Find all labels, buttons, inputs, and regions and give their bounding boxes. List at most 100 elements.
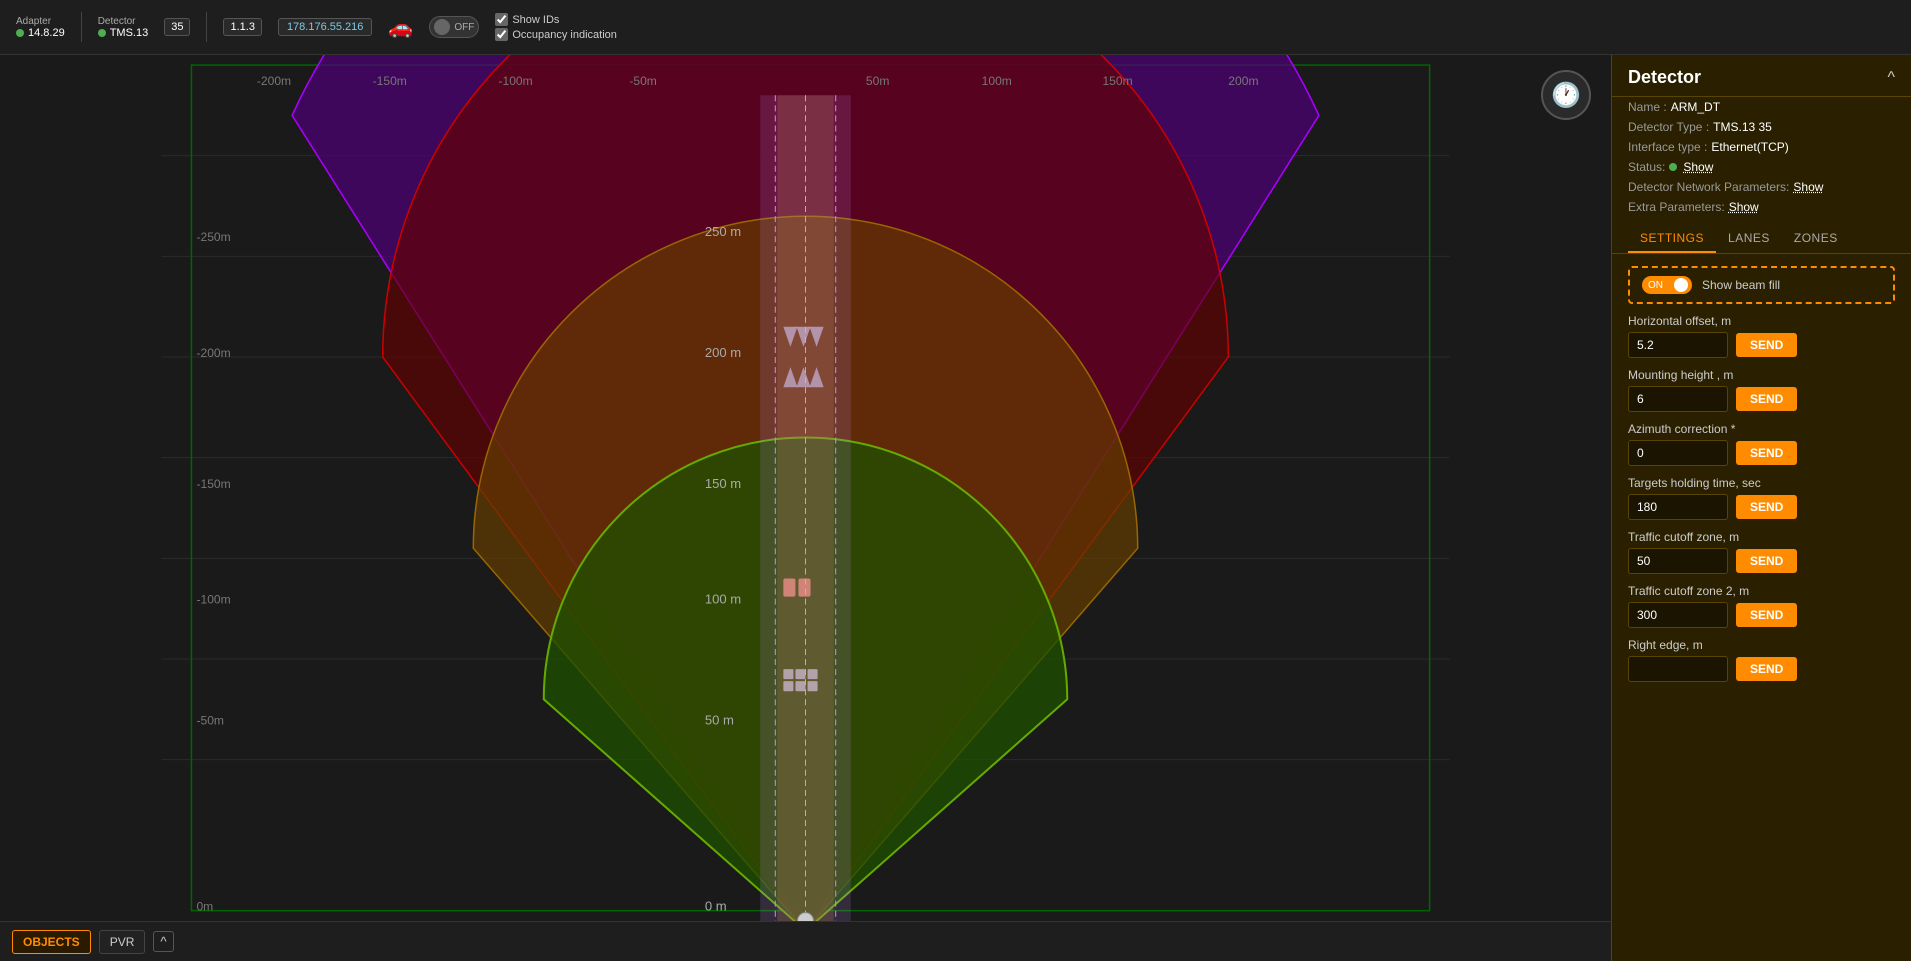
interface-value: Ethernet(TCP) (1711, 140, 1788, 154)
svg-text:250 m: 250 m (705, 224, 741, 239)
svg-text:150m: 150m (1102, 74, 1132, 88)
toggle-knob (434, 19, 450, 35)
type-row: Detector Type : TMS.13 35 (1612, 117, 1911, 137)
azimuth-correction-input[interactable] (1628, 440, 1728, 466)
name-label: Name : (1628, 100, 1667, 114)
traffic-cutoff-input[interactable] (1628, 548, 1728, 574)
type-label: Detector Type : (1628, 120, 1709, 134)
field-right-edge-input-row: SEND (1628, 656, 1895, 682)
occupancy-checkbox[interactable] (495, 28, 508, 41)
send-horizontal-offset[interactable]: SEND (1736, 333, 1797, 357)
canvas-area[interactable]: 250 m 200 m 150 m 100 m 50 m 0 m -200m -… (0, 55, 1611, 961)
show-ids-label[interactable]: Show IDs (495, 13, 617, 26)
field-mounting-height: Mounting height , m SEND (1628, 368, 1895, 412)
main-area: 250 m 200 m 150 m 100 m 50 m 0 m -200m -… (0, 55, 1911, 961)
panel-header: Detector ^ (1612, 55, 1911, 97)
extra-label: Extra Parameters: (1628, 200, 1725, 214)
field-right-edge-label: Right edge, m (1628, 638, 1895, 652)
send-mounting-height[interactable]: SEND (1736, 387, 1797, 411)
field-traffic-cutoff-label: Traffic cutoff zone, m (1628, 530, 1895, 544)
radar-svg: 250 m 200 m 150 m 100 m 50 m 0 m -200m -… (0, 55, 1611, 961)
objects-button[interactable]: OBJECTS (12, 930, 91, 954)
svg-text:-200m: -200m (196, 346, 230, 360)
field-traffic-cutoff2: Traffic cutoff zone 2, m SEND (1628, 584, 1895, 628)
network-link[interactable]: Show (1793, 180, 1823, 194)
status-link[interactable]: Show (1683, 160, 1713, 174)
interface-label: Interface type : (1628, 140, 1707, 154)
version-badge[interactable]: 1.1.3 (223, 18, 261, 36)
type-value: TMS.13 35 (1713, 120, 1772, 134)
svg-text:-50m: -50m (196, 713, 224, 727)
right-panel: Detector ^ Name : ARM_DT Detector Type :… (1611, 55, 1911, 961)
name-value: ARM_DT (1671, 100, 1720, 114)
send-azimuth-correction[interactable]: SEND (1736, 441, 1797, 465)
car-icon: 🚗 (388, 15, 413, 40)
svg-text:100m: 100m (982, 74, 1012, 88)
adapter-dot (16, 29, 24, 37)
status-label: Status: (1628, 160, 1665, 174)
occupancy-label[interactable]: Occupancy indication (495, 28, 617, 41)
send-right-edge[interactable]: SEND (1736, 657, 1797, 681)
sep2 (206, 12, 207, 42)
compass: 🕐 (1541, 70, 1591, 120)
svg-text:-100m: -100m (498, 74, 532, 88)
extra-link[interactable]: Show (1729, 200, 1759, 214)
adapter-value: 14.8.29 (16, 27, 65, 39)
compass-icon: 🕐 (1551, 81, 1581, 110)
tab-lanes[interactable]: LANES (1716, 225, 1782, 253)
field-targets-holding: Targets holding time, sec SEND (1628, 476, 1895, 520)
svg-text:50m: 50m (866, 74, 889, 88)
svg-text:0 m: 0 m (705, 899, 727, 914)
field-targets-holding-label: Targets holding time, sec (1628, 476, 1895, 490)
view-options: Show IDs Occupancy indication (495, 13, 617, 41)
targets-holding-input[interactable] (1628, 494, 1728, 520)
tab-zones[interactable]: ZONES (1782, 225, 1850, 253)
ip-badge[interactable]: 178.176.55.216 (278, 18, 372, 36)
horizontal-offset-input[interactable] (1628, 332, 1728, 358)
adapter-group: Adapter 14.8.29 (16, 16, 65, 39)
field-azimuth-correction: Azimuth correction * SEND (1628, 422, 1895, 466)
field-mounting-height-input-row: SEND (1628, 386, 1895, 412)
field-targets-holding-input-row: SEND (1628, 494, 1895, 520)
send-targets-holding[interactable]: SEND (1736, 495, 1797, 519)
expand-button[interactable]: ^ (153, 931, 173, 952)
field-horizontal-offset-label: Horizontal offset, m (1628, 314, 1895, 328)
field-traffic-cutoff2-label: Traffic cutoff zone 2, m (1628, 584, 1895, 598)
show-ids-checkbox[interactable] (495, 13, 508, 26)
traffic-cutoff2-input[interactable] (1628, 602, 1728, 628)
send-traffic-cutoff2[interactable]: SEND (1736, 603, 1797, 627)
network-label: Detector Network Parameters: (1628, 180, 1789, 194)
panel-content: ON Show beam fill Horizontal offset, m S… (1612, 254, 1911, 694)
field-traffic-cutoff2-input-row: SEND (1628, 602, 1895, 628)
send-traffic-cutoff[interactable]: SEND (1736, 549, 1797, 573)
toggle-on-text: ON (1646, 280, 1665, 291)
field-horizontal-offset: Horizontal offset, m SEND (1628, 314, 1895, 358)
svg-text:100 m: 100 m (705, 592, 741, 607)
svg-text:50 m: 50 m (705, 712, 734, 727)
field-mounting-height-label: Mounting height , m (1628, 368, 1895, 382)
pvr-button[interactable]: PVR (99, 930, 146, 954)
collapse-button[interactable]: ^ (1887, 69, 1895, 87)
toggle-on-knob (1674, 278, 1688, 292)
detector-label: Detector (98, 16, 149, 27)
right-edge-input[interactable] (1628, 656, 1728, 682)
detector-id: 35 (164, 18, 190, 36)
field-right-edge: Right edge, m SEND (1628, 638, 1895, 682)
status-dot (1669, 163, 1677, 171)
detector-value: TMS.13 (98, 27, 149, 39)
field-traffic-cutoff-input-row: SEND (1628, 548, 1895, 574)
svg-text:-250m: -250m (196, 230, 230, 244)
field-horizontal-offset-input-row: SEND (1628, 332, 1895, 358)
svg-text:-200m: -200m (257, 74, 291, 88)
interface-row: Interface type : Ethernet(TCP) (1612, 137, 1911, 157)
name-row: Name : ARM_DT (1612, 97, 1911, 117)
detector-dot (98, 29, 106, 37)
tab-settings[interactable]: SETTINGS (1628, 225, 1716, 253)
field-azimuth-correction-label: Azimuth correction * (1628, 422, 1895, 436)
mounting-height-input[interactable] (1628, 386, 1728, 412)
beam-fill-toggle[interactable]: ON (1642, 276, 1692, 294)
main-toggle[interactable]: OFF (429, 16, 479, 38)
extra-row: Extra Parameters: Show (1612, 197, 1911, 217)
svg-text:-150m: -150m (196, 477, 230, 491)
svg-text:0m: 0m (196, 900, 213, 914)
